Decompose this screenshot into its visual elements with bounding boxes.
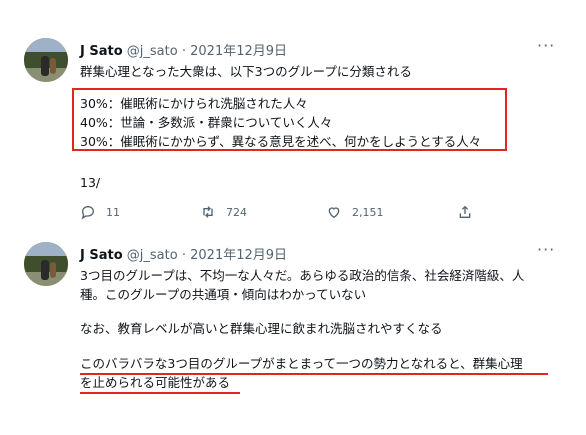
tweet-text-line: を止められる可能性がある <box>80 375 231 390</box>
like-button[interactable]: 2,151 <box>326 204 384 220</box>
thread-page-number: 13/ <box>80 175 101 190</box>
avatar[interactable] <box>24 38 68 82</box>
more-icon[interactable]: ··· <box>537 240 555 259</box>
highlight-underline <box>80 392 240 394</box>
share-button[interactable] <box>457 204 483 220</box>
tweet-text-intro: 群集心理となった大衆は、以下3つのグループに分類される <box>80 64 412 79</box>
tweet-header: J Sato @j_sato · 2021年12月9日 <box>80 40 287 59</box>
reply-count: 11 <box>106 205 120 219</box>
reply-button[interactable]: 11 <box>80 204 120 220</box>
avatar[interactable] <box>24 242 68 286</box>
author-name[interactable]: J Sato <box>80 44 123 59</box>
tweet-text-line: 種。このグループの共通項・傾向はわかっていない <box>80 287 367 302</box>
tweet-text-line: 30%：催眠術にかけられ洗脳された人々 <box>80 96 308 111</box>
like-count: 2,151 <box>352 205 384 219</box>
author-name[interactable]: J Sato <box>80 248 123 263</box>
retweet-button[interactable]: 724 <box>200 204 247 220</box>
retweet-count: 724 <box>226 205 247 219</box>
tweet-date[interactable]: 2021年12月9日 <box>190 44 287 59</box>
highlight-underline <box>80 373 548 375</box>
tweet-text-line: 3つ目のグループは、不均一な人々だ。あらゆる政治的信条、社会経済階級、人 <box>80 268 525 283</box>
reply-icon <box>81 205 95 220</box>
timeline: J Sato @j_sato · 2021年12月9日 ··· 群集心理となった… <box>0 0 586 435</box>
tweet-text-line: なお、教育レベルが高いと群集心理に飲まれ洗脳されやすくなる <box>80 321 443 336</box>
tweet-actions: 11 724 2,151 <box>0 204 586 224</box>
separator: · <box>181 44 186 59</box>
author-handle[interactable]: @j_sato <box>127 44 178 59</box>
retweet-icon <box>203 206 213 218</box>
tweet-header: J Sato @j_sato · 2021年12月9日 <box>80 244 287 263</box>
tweet-text-line: このバラバラな3つ目のグループがまとまって一つの勢力となれると、群集心理 <box>80 356 523 371</box>
more-icon[interactable]: ··· <box>537 36 555 55</box>
tweet-text-line: 40%：世論・多数派・群衆についていく人々 <box>80 115 333 130</box>
like-icon <box>328 207 340 219</box>
share-icon <box>459 205 471 218</box>
author-handle[interactable]: @j_sato <box>127 248 178 263</box>
tweet-date[interactable]: 2021年12月9日 <box>190 248 287 263</box>
separator: · <box>181 248 186 263</box>
tweet-text-line: 30%：催眠術にかからず、異なる意見を述べ、何かをしようとする人々 <box>80 134 482 149</box>
